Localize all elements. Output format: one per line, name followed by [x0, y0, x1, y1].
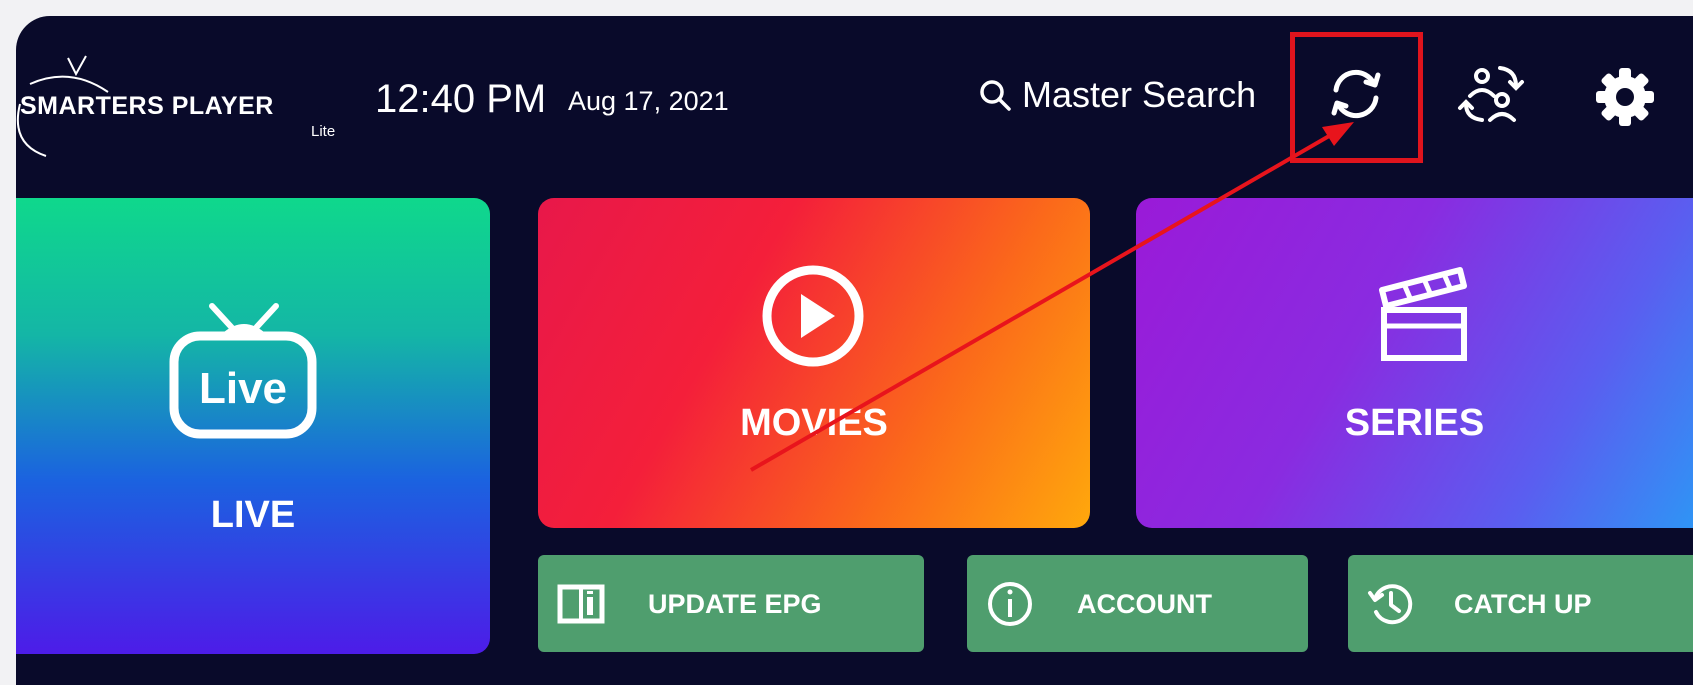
update-epg-label: UPDATE EPG — [648, 589, 822, 619]
clapperboard-icon — [1379, 267, 1467, 361]
live-badge-text: Live — [199, 364, 287, 413]
settings-button[interactable] — [1594, 66, 1656, 133]
play-icon — [762, 265, 864, 367]
series-label: SERIES — [1344, 402, 1485, 444]
clock-date: Aug 17, 2021 — [568, 86, 729, 116]
gear-icon — [1596, 68, 1654, 126]
master-search-label: Master Search — [1022, 74, 1257, 115]
app-logo: SMARTERS PLAYER Lite — [16, 26, 336, 157]
master-search-button[interactable]: Master Search — [978, 74, 1256, 116]
history-icon — [1368, 584, 1413, 625]
live-tile[interactable]: Live LIVE — [16, 198, 490, 654]
search-icon — [980, 80, 1011, 111]
logo-subtitle: Lite — [311, 123, 336, 140]
movies-tile[interactable]: MOVIES — [538, 198, 1090, 528]
logo-title: SMARTERS PLAYER — [20, 92, 274, 120]
info-icon — [988, 582, 1032, 626]
book-icon — [557, 584, 605, 624]
switch-user-button[interactable] — [1456, 58, 1528, 135]
live-label: LIVE — [210, 494, 296, 536]
series-tile[interactable]: SERIES — [1136, 198, 1693, 528]
account-button[interactable]: ACCOUNT — [967, 555, 1308, 652]
tv-icon: Live — [169, 303, 317, 439]
refresh-highlight-box — [1290, 32, 1423, 163]
catch-up-button[interactable]: CATCH UP — [1348, 555, 1693, 652]
app-screen: SMARTERS PLAYER Lite 12:40 PM Aug 17, 20… — [16, 16, 1693, 685]
catch-up-label: CATCH UP — [1454, 589, 1592, 619]
account-label: ACCOUNT — [1077, 589, 1212, 619]
clock-time: 12:40 PM — [375, 77, 547, 121]
movies-label: MOVIES — [740, 402, 888, 444]
switch-user-icon — [1458, 66, 1524, 122]
update-epg-button[interactable]: UPDATE EPG — [538, 555, 924, 652]
